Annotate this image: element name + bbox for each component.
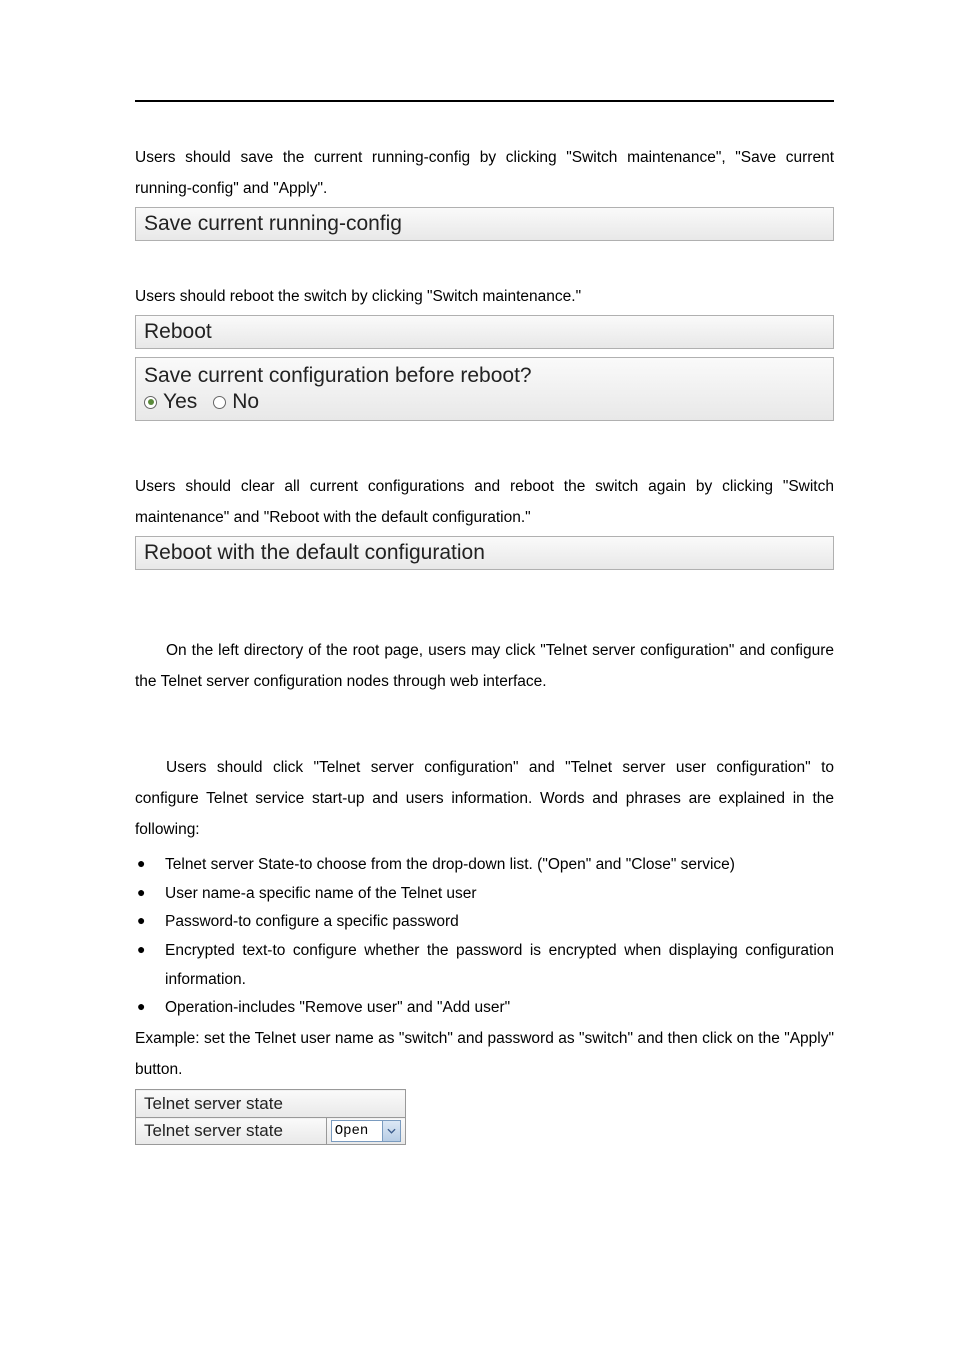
telnet-select-cell: Open bbox=[326, 1118, 405, 1145]
paragraph-default-config: Users should clear all current configura… bbox=[135, 471, 834, 533]
paragraph-save-config: Users should save the current running-co… bbox=[135, 142, 834, 204]
radio-yes[interactable] bbox=[144, 396, 157, 409]
telnet-state-table: Telnet server state Telnet server state … bbox=[135, 1089, 406, 1145]
telnet-table-header: Telnet server state bbox=[136, 1090, 406, 1118]
list-item: Encrypted text-to configure whether the … bbox=[137, 937, 834, 994]
paragraph-telnet-intro: On the left directory of the root page, … bbox=[135, 635, 834, 697]
reboot-question-text: Save current configuration before reboot… bbox=[144, 364, 825, 388]
panel-title-reboot: Reboot bbox=[144, 320, 825, 344]
paragraph-reboot: Users should reboot the switch by clicki… bbox=[135, 281, 834, 312]
paragraph-example: Example: set the Telnet user name as "sw… bbox=[135, 1023, 834, 1085]
panel-reboot-confirm: Save current configuration before reboot… bbox=[135, 357, 834, 421]
panel-reboot: Reboot bbox=[135, 315, 834, 349]
panel-save-running-config: Save current running-config bbox=[135, 207, 834, 241]
radio-no[interactable] bbox=[213, 396, 226, 409]
panel-title-save: Save current running-config bbox=[144, 212, 825, 236]
panel-reboot-default: Reboot with the default configuration bbox=[135, 536, 834, 570]
list-item: Operation-includes "Remove user" and "Ad… bbox=[137, 994, 834, 1023]
list-item: Telnet server State-to choose from the d… bbox=[137, 851, 834, 880]
radio-no-label: No bbox=[232, 390, 259, 414]
list-item: Password-to configure a specific passwor… bbox=[137, 908, 834, 937]
telnet-state-value: Open bbox=[332, 1123, 382, 1139]
top-rule bbox=[135, 100, 834, 102]
list-item: User name-a specific name of the Telnet … bbox=[137, 880, 834, 909]
telnet-state-select[interactable]: Open bbox=[331, 1120, 401, 1142]
panel-title-reboot-default: Reboot with the default configuration bbox=[144, 541, 825, 565]
radio-group-save-before-reboot: Yes No bbox=[144, 390, 825, 414]
radio-yes-label: Yes bbox=[163, 390, 197, 414]
chevron-down-icon bbox=[382, 1121, 400, 1141]
bullet-list: Telnet server State-to choose from the d… bbox=[135, 851, 834, 1023]
telnet-state-label: Telnet server state bbox=[136, 1118, 327, 1145]
paragraph-telnet-user-config: Users should click "Telnet server config… bbox=[135, 752, 834, 845]
